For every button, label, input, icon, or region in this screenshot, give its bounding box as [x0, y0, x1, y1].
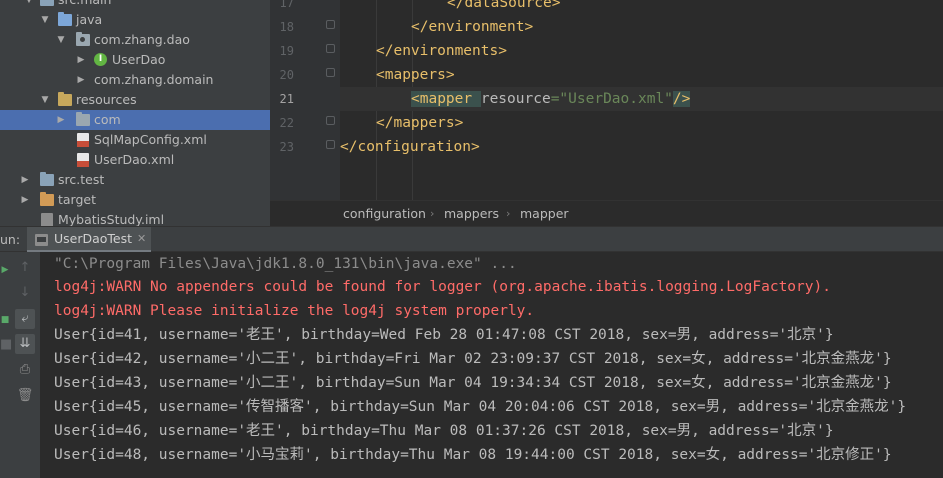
console-line-warning: log4j:WARN No appenders could be found f… — [54, 279, 831, 295]
interface-icon: I — [94, 53, 107, 66]
test-run-icon — [35, 234, 48, 246]
console-line-user: User{id=46, username='老王', birthday=Thu … — [54, 423, 834, 439]
tree-item-label: java — [76, 12, 103, 27]
rerun-icon[interactable]: ▶ — [0, 260, 10, 280]
chevron-right-icon[interactable]: ▶ — [76, 50, 86, 70]
breadcrumb-separator-icon: › — [430, 207, 435, 220]
iml-file-icon — [41, 213, 53, 226]
code-line-19: </environments> — [376, 43, 507, 59]
console-line-user: User{id=42, username='小二王', birthday=Fri… — [54, 351, 892, 367]
code-line-21: <mapper resource="UserDao.xml"/> — [340, 87, 943, 111]
code-line-22: </mappers> — [376, 115, 464, 131]
tree-item-label: target — [58, 192, 97, 207]
resources-folder-icon — [58, 92, 72, 106]
source-folder-icon — [58, 12, 72, 26]
xml-file-icon — [77, 153, 89, 167]
console-line-warning: log4j:WARN Please initialize the log4j s… — [54, 303, 535, 319]
stop-icon[interactable]: ■ — [0, 335, 12, 355]
code-editor[interactable]: </dataSource> </environment> </environme… — [340, 0, 943, 200]
tree-item-userdao-xml[interactable]: UserDao.xml — [0, 150, 270, 170]
breadcrumb: configuration › mappers › mapper — [270, 200, 943, 226]
chevron-down-icon[interactable]: ▼ — [24, 0, 34, 10]
breadcrumb-separator-icon: › — [506, 207, 511, 220]
tree-item-label: com.zhang.domain — [94, 72, 214, 87]
chevron-right-icon[interactable]: ▶ — [76, 70, 86, 90]
console-line-user: User{id=48, username='小马宝莉', birthday=Th… — [54, 447, 892, 463]
line-number: 21 — [279, 92, 294, 106]
chevron-right-icon[interactable]: ▶ — [20, 170, 30, 190]
tree-item-target[interactable]: ▶ target — [0, 190, 270, 210]
tree-item-label: com.zhang.dao — [94, 32, 190, 47]
tree-item-label: src.test — [58, 172, 105, 187]
tree-item-com[interactable]: ▶ com — [0, 110, 270, 130]
run-side-toolbar: ▶ ↑ ↓ ⤶ ⇊ ⎙ 🗑 ■ ■ — [0, 252, 40, 478]
chevron-down-icon[interactable]: ▼ — [40, 10, 50, 30]
breadcrumb-item-mappers[interactable]: mappers — [444, 201, 499, 227]
tree-item-src-main[interactable]: ▼ src.main — [0, 0, 270, 10]
console-line-user: User{id=45, username='传智播客', birthday=Su… — [54, 399, 907, 415]
line-number: 17 — [279, 0, 294, 10]
chevron-down-icon[interactable]: ▼ — [56, 30, 66, 50]
folder-icon — [40, 192, 54, 206]
tree-item-mybatisstudy-iml[interactable]: MybatisStudy.iml — [0, 210, 270, 226]
fold-marker-icon[interactable] — [326, 20, 335, 29]
suspend-icon[interactable]: ■ — [0, 310, 10, 330]
soft-wrap-icon[interactable]: ⤶ — [15, 309, 35, 329]
tree-item-label: resources — [76, 92, 137, 107]
tree-item-java[interactable]: ▼ java — [0, 10, 270, 30]
tree-item-userdao[interactable]: ▶ I UserDao — [0, 50, 270, 70]
folder-icon — [40, 172, 54, 186]
tree-item-label: com — [94, 112, 121, 127]
fold-marker-icon[interactable] — [326, 44, 335, 53]
line-number: 22 — [279, 116, 294, 130]
chevron-down-icon[interactable]: ▼ — [40, 90, 50, 110]
code-line-20: <mappers> — [376, 67, 455, 83]
line-number: 18 — [279, 20, 294, 34]
console-line-command: "C:\Program Files\Java\jdk1.8.0_131\bin\… — [54, 256, 517, 272]
tab-label: UserDaoTest — [54, 231, 133, 246]
fold-marker-icon[interactable] — [326, 68, 335, 77]
xml-file-icon — [77, 133, 89, 147]
folder-icon — [76, 112, 90, 126]
delete-icon[interactable]: 🗑 — [15, 386, 35, 406]
code-line-17: </dataSource> — [447, 0, 561, 11]
print-icon[interactable]: ⎙ — [15, 360, 35, 380]
code-line-23: </configuration> — [340, 139, 480, 155]
tab-userdaotest[interactable]: UserDaoTest ✕ — [27, 227, 151, 253]
tree-item-resources[interactable]: ▼ resources — [0, 90, 270, 110]
line-number: 19 — [279, 44, 294, 58]
tree-item-label: MybatisStudy.iml — [58, 212, 165, 226]
tree-item-com-zhang-dao[interactable]: ▼ com.zhang.dao — [0, 30, 270, 50]
chevron-right-icon[interactable]: ▶ — [20, 190, 30, 210]
editor-gutter: 17 18 19 20 21 22 23 — [270, 0, 340, 200]
folder-icon — [40, 0, 54, 6]
breadcrumb-item-configuration[interactable]: configuration — [343, 201, 426, 227]
close-icon[interactable]: ✕ — [137, 227, 146, 251]
line-number: 23 — [279, 140, 294, 154]
up-arrow-icon[interactable]: ↑ — [15, 258, 35, 278]
run-label: un: — [0, 232, 21, 247]
fold-marker-icon[interactable] — [326, 116, 335, 125]
code-line-18: </environment> — [411, 19, 534, 35]
chevron-right-icon[interactable]: ▶ — [56, 110, 66, 130]
breadcrumb-item-mapper[interactable]: mapper — [520, 201, 569, 227]
console-line-user: User{id=43, username='小二王', birthday=Sun… — [54, 375, 892, 391]
fold-marker-icon[interactable] — [326, 140, 335, 149]
tree-item-src-test[interactable]: ▶ src.test — [0, 170, 270, 190]
package-icon — [76, 32, 90, 46]
project-tree: ▼ src.main ▼ java ▼ com.zhang.dao ▶ I Us… — [0, 0, 270, 226]
tree-item-com-zhang-domain[interactable]: ▶ com.zhang.domain — [0, 70, 270, 90]
tree-item-label: UserDao.xml — [94, 152, 175, 167]
line-number: 20 — [279, 68, 294, 82]
tree-item-label: src.main — [58, 0, 111, 10]
scroll-to-end-icon[interactable]: ⇊ — [15, 334, 35, 354]
tree-item-sqlmapconfig-xml[interactable]: SqlMapConfig.xml — [0, 130, 270, 150]
run-toolbar: un: UserDaoTest ✕ — [0, 226, 943, 253]
console-output[interactable]: "C:\Program Files\Java\jdk1.8.0_131\bin\… — [40, 252, 943, 478]
tree-item-label: SqlMapConfig.xml — [94, 132, 207, 147]
console-line-user: User{id=41, username='老王', birthday=Wed … — [54, 327, 834, 343]
tree-item-label: UserDao — [112, 52, 166, 67]
down-arrow-icon[interactable]: ↓ — [15, 283, 35, 303]
